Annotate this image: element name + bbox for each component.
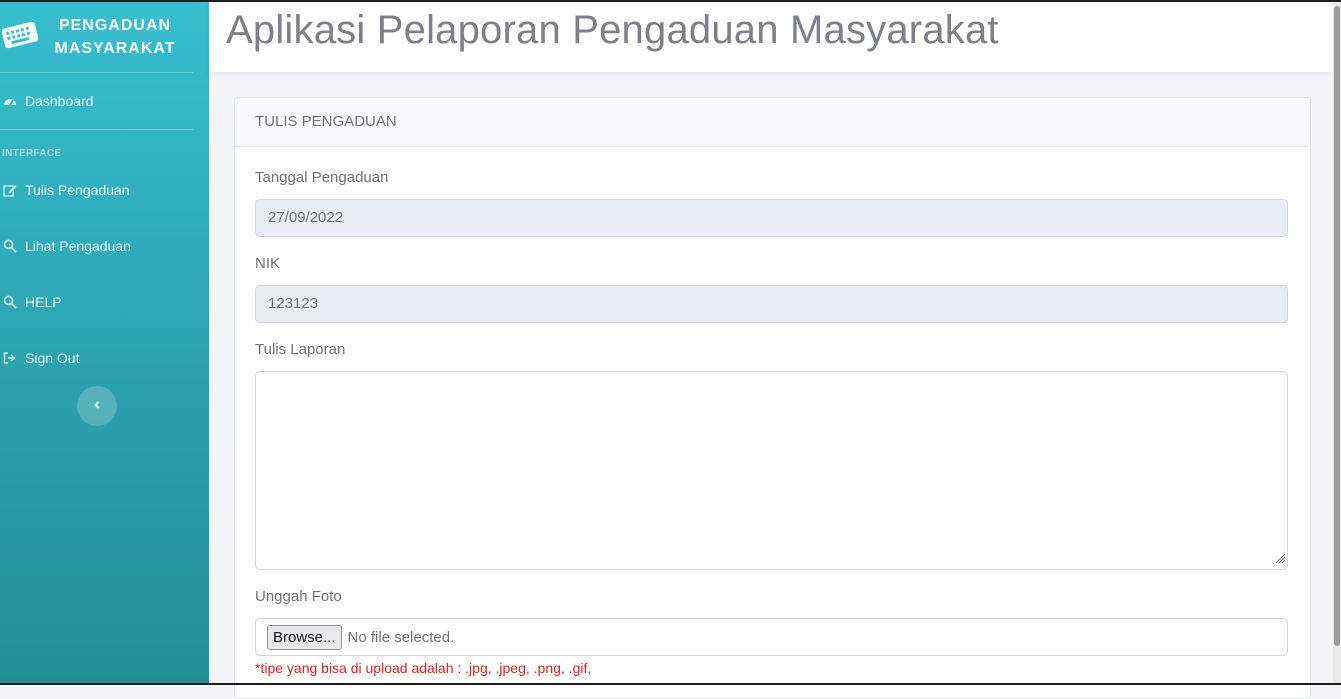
laporan-textarea[interactable] [255,371,1288,570]
tanggal-field[interactable]: 27/09/2022 [255,199,1288,237]
sidebar-divider [0,129,193,130]
dashboard-icon [3,94,17,108]
sidebar-item-label: Lihat Pengaduan [25,238,131,254]
sidebar-item-label: Tulis Pengaduan [25,182,130,198]
brand-line-1: PENGADUAN [58,17,172,34]
sidebar-item-label: HELP [25,294,62,310]
nik-label: NIK [255,255,281,272]
foto-label: Unggah Foto [255,588,342,605]
sidebar: PENGADUAN MASYARAKAT Dashboard INTERFACE… [0,2,209,683]
page-scrollbar[interactable] [1333,2,1341,683]
complaint-form-card: TULIS PENGADUAN Tanggal Pengaduan 27/09/… [234,97,1311,699]
sign-out-icon [3,351,17,365]
file-status: No file selected. [347,628,455,646]
window-top-edge [0,0,1341,2]
sidebar-item-lihat-pengaduan[interactable]: Lihat Pengaduan [0,231,193,261]
sidebar-divider [0,72,193,73]
brand-name: PENGADUAN MASYARAKAT [50,14,180,60]
page-title: Aplikasi Pelaporan Pengaduan Masyarakat [226,8,999,52]
sidebar-item-label: Dashboard [25,93,94,109]
scrollbar-thumb[interactable] [1334,6,1340,646]
sidebar-item-sign-out[interactable]: Sign Out [0,343,193,373]
topbar: Aplikasi Pelaporan Pengaduan Masyarakat [209,2,1333,72]
sidebar-item-dashboard[interactable]: Dashboard [0,86,193,116]
upload-hint: *tipe yang bisa di upload adalah : .jpg,… [255,660,592,676]
sidebar-toggle-button[interactable] [77,386,117,426]
resize-grip-icon[interactable] [1274,551,1286,568]
chevron-left-icon [92,397,102,415]
card-title: TULIS PENGADUAN [255,113,397,130]
tanggal-label: Tanggal Pengaduan [255,169,389,186]
search-icon [3,295,17,309]
sidebar-item-tulis-pengaduan[interactable]: Tulis Pengaduan [0,175,193,205]
keyboard-icon [0,18,40,57]
foto-file-input[interactable]: Browse... No file selected. [255,618,1288,656]
laporan-label: Tulis Laporan [255,341,346,358]
search-icon [3,239,17,253]
browse-button[interactable]: Browse... [267,624,342,650]
sidebar-item-label: Sign Out [25,350,80,366]
brand-line-2: MASYARAKAT [54,40,176,57]
sidebar-brand[interactable]: PENGADUAN MASYARAKAT [0,2,209,72]
sidebar-item-help[interactable]: HELP [0,287,193,317]
card-header: TULIS PENGADUAN [235,98,1310,147]
edit-icon [3,183,17,197]
nik-field[interactable]: 123123 [255,285,1288,323]
sidebar-section-heading: INTERFACE [2,148,62,159]
